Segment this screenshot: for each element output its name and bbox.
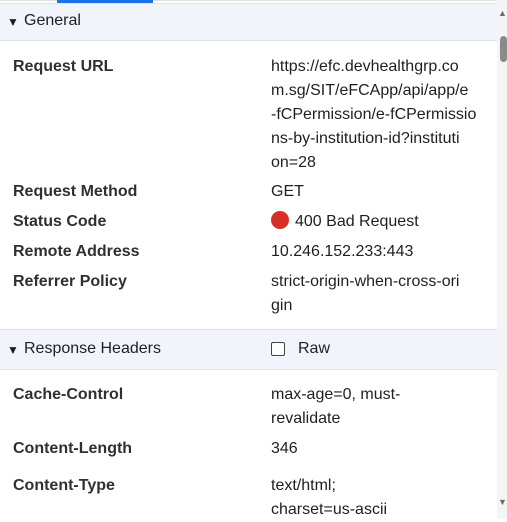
- response-headers-section-title: Response Headers: [24, 340, 161, 357]
- request-method-key: Request Method: [13, 183, 138, 200]
- request-url-key: Request URL: [13, 58, 114, 75]
- raw-label[interactable]: Raw: [298, 340, 330, 358]
- cache-control-value: max-age=0, must- revalidate: [271, 386, 401, 427]
- status-code-value: 400 Bad Request: [295, 213, 419, 230]
- scrollbar-thumb[interactable]: [500, 36, 507, 62]
- general-section-header[interactable]: ▼ General: [0, 3, 497, 41]
- request-url-value: https://efc.devhealthgrp.co m.sg/SIT/eFC…: [271, 58, 477, 171]
- content-type-key: Content-Type: [13, 477, 115, 494]
- cache-control-key: Cache-Control: [13, 386, 124, 403]
- content-length-value: 346: [271, 440, 298, 457]
- caret-down-icon[interactable]: ▼: [7, 343, 19, 357]
- caret-down-icon[interactable]: ▼: [7, 15, 19, 29]
- remote-address-key: Remote Address: [13, 243, 140, 260]
- referrer-policy-value: strict-origin-when-cross-ori gin: [271, 273, 460, 314]
- request-method-value: GET: [271, 183, 304, 200]
- referrer-policy-key: Referrer Policy: [13, 273, 127, 290]
- response-headers-section-header[interactable]: ▼ Response Headers Raw: [0, 329, 497, 370]
- general-section-title: General: [24, 12, 81, 29]
- status-error-dot-icon: [271, 211, 289, 229]
- raw-toggle[interactable]: Raw: [271, 340, 330, 358]
- vertical-scrollbar[interactable]: ▲ ▼: [497, 0, 507, 519]
- scroll-up-arrow-icon[interactable]: ▲: [498, 8, 507, 18]
- scroll-down-arrow-icon[interactable]: ▼: [498, 497, 507, 507]
- content-type-value: text/html; charset=us-ascii: [271, 477, 388, 518]
- status-code-key: Status Code: [13, 213, 107, 230]
- remote-address-value: 10.246.152.233:443: [271, 243, 414, 260]
- checkbox-icon[interactable]: [271, 342, 285, 356]
- status-code-value-wrap: 400 Bad Request: [271, 210, 496, 234]
- content-length-key: Content-Length: [13, 440, 133, 457]
